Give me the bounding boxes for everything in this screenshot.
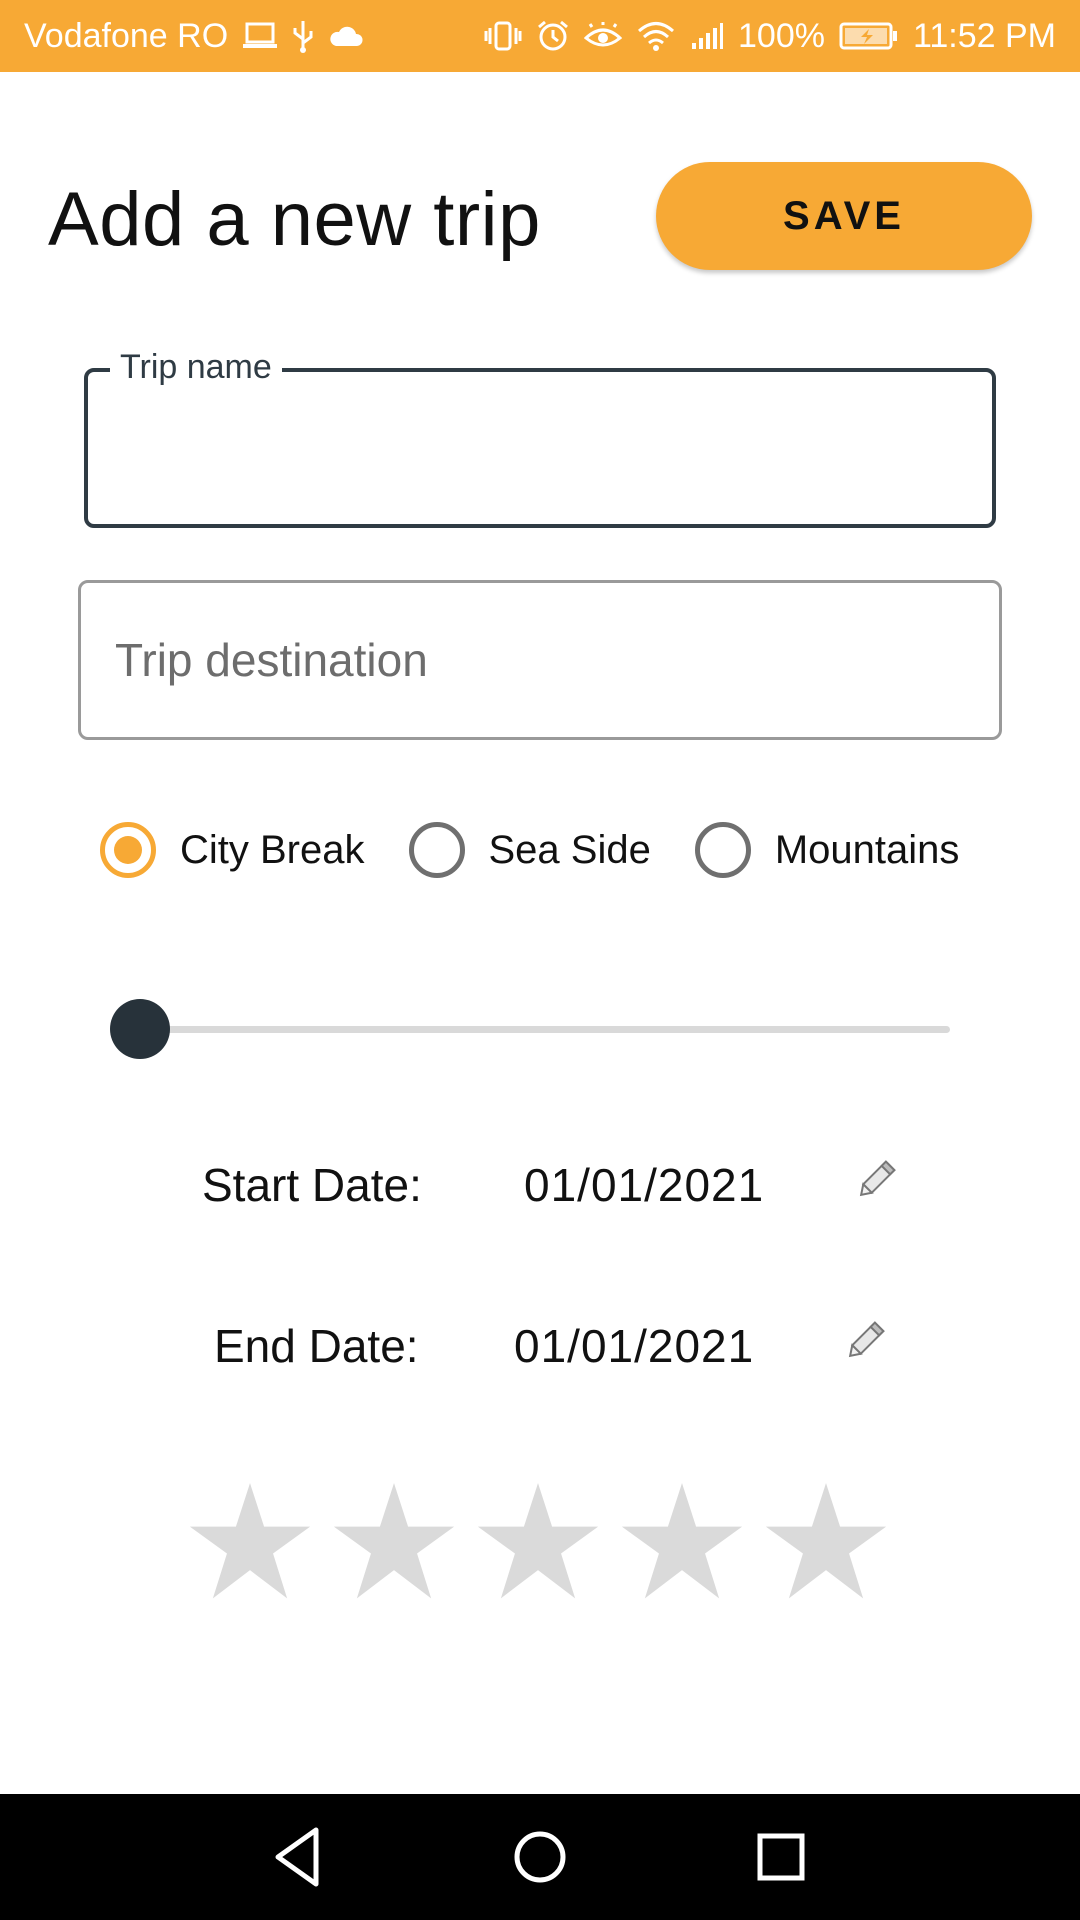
signal-icon	[690, 21, 724, 51]
radio-option-city-break[interactable]: City Break	[100, 822, 365, 878]
battery-charging-icon	[839, 21, 899, 51]
wifi-icon	[636, 20, 676, 52]
recents-icon[interactable]	[748, 1824, 814, 1890]
status-bar-right: 100% 11:52 PM	[484, 17, 1056, 56]
trip-type-radio-group: City Break Sea Side Mountains	[100, 818, 1003, 882]
eye-comfort-icon	[584, 22, 623, 50]
radio-option-mountains[interactable]: Mountains	[694, 822, 960, 878]
trip-name-input[interactable]	[88, 372, 992, 524]
radio-label-sea-side: Sea Side	[488, 827, 651, 872]
status-bar-left: Vodafone RO	[24, 17, 364, 56]
star-icon[interactable]	[618, 1478, 746, 1606]
start-date-value: 01/01/2021	[524, 1159, 765, 1211]
laptop-icon	[242, 21, 278, 51]
page-title: Add a new trip	[48, 177, 541, 262]
trip-slider[interactable]	[110, 999, 950, 1061]
star-icon[interactable]	[762, 1478, 890, 1606]
battery-percentage: 100%	[738, 16, 825, 55]
slider-track[interactable]	[140, 1026, 950, 1033]
radio-button-city-break[interactable]	[100, 822, 156, 878]
end-date-row: End Date: 01/01/2021	[0, 1313, 1080, 1373]
radio-label-mountains: Mountains	[774, 827, 960, 872]
clock-time: 11:52 PM	[912, 16, 1056, 55]
star-icon[interactable]	[330, 1478, 458, 1606]
start-date-label: Start Date:	[202, 1159, 422, 1211]
radio-button-mountains[interactable]	[694, 822, 751, 878]
carrier-name: Vodafone RO	[24, 16, 229, 55]
usb-icon	[292, 19, 314, 53]
radio-option-sea-side[interactable]: Sea Side	[408, 822, 651, 878]
start-date-pencil-icon[interactable]	[854, 1158, 898, 1202]
star-icon[interactable]	[186, 1478, 314, 1606]
alarm-icon	[536, 19, 570, 53]
back-icon[interactable]	[266, 1824, 332, 1890]
trip-destination-input[interactable]	[81, 583, 999, 737]
home-icon[interactable]	[507, 1824, 573, 1890]
radio-button-sea-side[interactable]	[408, 822, 465, 878]
star-icon[interactable]	[474, 1478, 602, 1606]
radio-label-city-break: City Break	[180, 827, 365, 872]
end-date-label: End Date:	[214, 1320, 419, 1372]
end-date-value: 01/01/2021	[514, 1320, 755, 1372]
rating-bar[interactable]	[186, 1478, 906, 1606]
end-date-pencil-icon[interactable]	[843, 1319, 887, 1363]
trip-name-field[interactable]: Trip name	[84, 348, 996, 528]
vibrate-icon	[484, 20, 522, 52]
status-bar: Vodafone RO 100% 11:52 PM	[0, 0, 1080, 72]
cloud-icon	[328, 24, 364, 48]
start-date-row: Start Date: 01/01/2021	[0, 1152, 1080, 1212]
trip-destination-field[interactable]	[78, 580, 1002, 740]
save-button[interactable]: SAVE	[656, 162, 1032, 270]
navigation-bar	[0, 1794, 1080, 1920]
slider-thumb[interactable]	[110, 999, 170, 1059]
